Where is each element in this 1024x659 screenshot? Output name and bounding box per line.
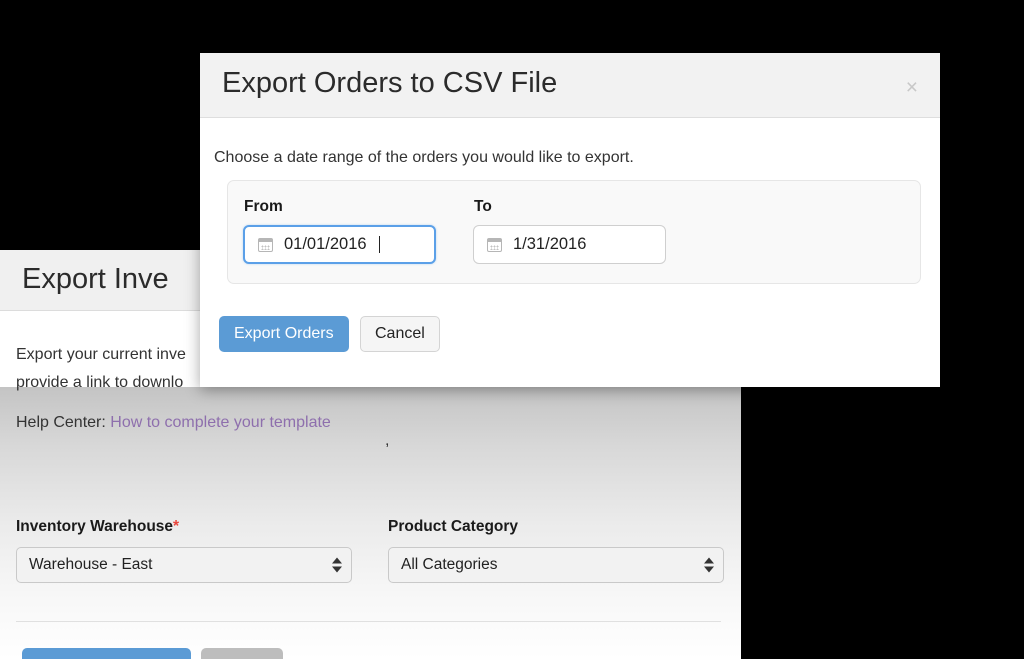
date-range-group: From 01/01/2016 To 1/31/2016 <box>227 180 921 284</box>
modal-header: Export Orders to CSV File × <box>200 53 940 118</box>
calendar-icon <box>487 237 502 252</box>
inventory-warehouse-value: Warehouse - East <box>29 556 153 573</box>
from-label: From <box>244 198 283 215</box>
select-arrows-icon <box>704 557 714 573</box>
from-date-input[interactable]: 01/01/2016 <box>243 225 436 264</box>
product-category-value: All Categories <box>401 556 498 573</box>
page-description-line-1: Export your current inve <box>16 346 186 363</box>
modal-body: Choose a date range of the orders you wo… <box>200 118 940 386</box>
inventory-warehouse-label: Inventory Warehouse* <box>16 518 179 536</box>
product-category-label: Product Category <box>388 518 518 536</box>
modal-title: Export Orders to CSV File <box>222 67 558 99</box>
close-icon[interactable]: × <box>902 75 922 100</box>
cancel-orders-button[interactable]: Cancel <box>360 316 440 352</box>
text-cursor <box>378 236 380 253</box>
export-orders-button[interactable]: Export Orders <box>219 316 349 352</box>
page-title: Export Inve <box>22 263 169 295</box>
inventory-warehouse-select[interactable]: Warehouse - East <box>16 547 352 583</box>
help-center-link[interactable]: How to complete your template <box>110 414 331 431</box>
export-inventory-button[interactable]: Export Inventory <box>22 648 191 659</box>
product-category-select[interactable]: All Categories <box>388 547 724 583</box>
to-date-value: 1/31/2016 <box>513 235 587 253</box>
from-date-value: 01/01/2016 <box>284 235 367 253</box>
cancel-inventory-button[interactable]: Cancel <box>201 648 283 659</box>
modal-instruction: Choose a date range of the orders you wo… <box>214 149 634 166</box>
select-arrows-icon <box>332 557 342 573</box>
product-category-label-text: Product Category <box>388 518 519 535</box>
required-asterisk: * <box>173 518 180 535</box>
inventory-warehouse-label-text: Inventory Warehouse <box>16 518 174 535</box>
screen-canvas: Export Inve Export your current inve pro… <box>0 0 1024 659</box>
help-center-label: Help Center: <box>16 414 106 431</box>
section-divider <box>16 621 721 622</box>
page-description-line-2: provide a link to downlo <box>16 374 184 391</box>
calendar-icon <box>258 237 273 252</box>
to-date-input[interactable]: 1/31/2016 <box>473 225 666 264</box>
help-center-line: Help Center: How to complete your templa… <box>16 414 331 432</box>
to-label: To <box>474 198 492 215</box>
export-orders-modal: Export Orders to CSV File × Choose a dat… <box>200 53 940 387</box>
